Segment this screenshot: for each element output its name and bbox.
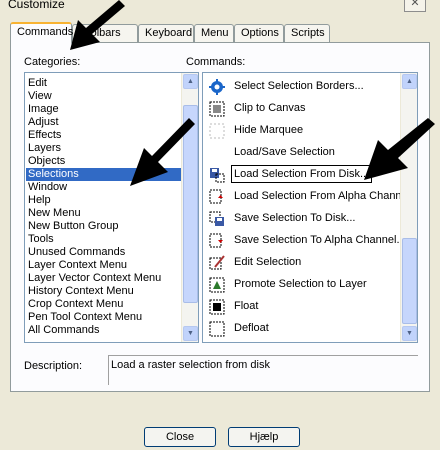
load-selection-disk-icon (209, 167, 225, 183)
command-label: Select Selection Borders... (234, 80, 364, 92)
command-label: Hide Marquee (234, 124, 304, 136)
category-item[interactable]: All Commands (26, 324, 181, 337)
category-item[interactable]: Objects (26, 155, 181, 168)
command-label: Promote Selection to Layer (234, 278, 367, 290)
category-item[interactable]: Layer Context Menu (26, 259, 181, 272)
scroll-down-icon[interactable]: ▼ (402, 326, 417, 341)
window-title: Customize (8, 0, 65, 11)
category-item[interactable]: Effects (26, 129, 181, 142)
command-label: Load/Save Selection (234, 146, 335, 158)
defloat-icon (209, 321, 225, 337)
command-label: Load Selection From Alpha Channel... (234, 190, 418, 202)
save-selection-alpha-icon (209, 233, 225, 249)
category-item[interactable]: Help (26, 194, 181, 207)
float-icon (209, 299, 225, 315)
categories-scrollbar[interactable]: ▲ ▼ (181, 73, 198, 342)
categories-list[interactable]: Edit View Image Adjust Effects Layers Ob… (24, 72, 199, 343)
category-item[interactable]: Pen Tool Context Menu (26, 311, 181, 324)
command-item[interactable]: Promote Selection to Layer (207, 274, 405, 296)
category-item[interactable]: New Button Group (26, 220, 181, 233)
tab-scripts[interactable]: Scripts (284, 24, 330, 43)
category-item[interactable]: View (26, 90, 181, 103)
command-item-focused[interactable]: Load Selection From Disk... (207, 164, 405, 186)
commands-label: Commands: (186, 56, 246, 68)
description-label: Description: (24, 360, 83, 372)
close-button[interactable]: Close (144, 427, 216, 447)
clip-canvas-icon (209, 101, 225, 117)
command-label: Float (234, 300, 259, 312)
scroll-up-icon[interactable]: ▲ (402, 74, 417, 89)
category-item[interactable]: Edit (26, 77, 181, 90)
scroll-down-icon[interactable]: ▼ (183, 326, 198, 341)
promote-selection-icon (209, 277, 225, 293)
tab-toolbars[interactable]: Toolbars (72, 24, 138, 43)
scroll-up-icon[interactable]: ▲ (183, 74, 198, 89)
command-item[interactable]: Defloat (207, 318, 405, 340)
command-label: Save Selection To Disk... (234, 212, 356, 224)
command-item[interactable]: Save Selection To Alpha Channel... (207, 230, 406, 252)
marquee-icon (209, 123, 225, 139)
help-button[interactable]: Hjælp (228, 427, 300, 447)
command-label: Save Selection To Alpha Channel... (234, 234, 406, 246)
category-item[interactable]: Unused Commands (26, 246, 181, 259)
command-item[interactable]: Edit Selection (207, 252, 405, 274)
tab-options[interactable]: Options (234, 24, 284, 43)
commands-scrollbar[interactable]: ▲ ▼ (400, 73, 417, 342)
tab-menu[interactable]: Menu (194, 24, 234, 43)
gear-icon (209, 79, 225, 95)
edit-selection-icon (209, 255, 225, 271)
title-bar: Customize ✕ (0, 0, 440, 18)
category-item[interactable]: Crop Context Menu (26, 298, 181, 311)
command-item[interactable]: Clip to Canvas (207, 98, 405, 120)
category-item[interactable]: Image (26, 103, 181, 116)
category-item[interactable]: Adjust (26, 116, 181, 129)
category-item[interactable]: Layers (26, 142, 181, 155)
description-text: Load a raster selection from disk (108, 355, 418, 385)
command-item[interactable]: Load/Save Selection (207, 142, 405, 164)
command-label: Clip to Canvas (234, 102, 306, 114)
category-item[interactable]: Tools (26, 233, 181, 246)
categories-label: Categories: (24, 56, 81, 68)
save-selection-disk-icon (209, 211, 225, 227)
command-item[interactable]: Hide Marquee (207, 120, 405, 142)
command-label: Load Selection From Disk... (230, 165, 373, 183)
category-item[interactable]: Window (26, 181, 181, 194)
scroll-thumb[interactable] (183, 105, 198, 303)
command-item[interactable]: Select Selection Borders... (207, 76, 405, 98)
command-item[interactable]: Float (207, 296, 405, 318)
category-item[interactable]: Layer Vector Context Menu (26, 272, 181, 285)
tab-keyboard[interactable]: Keyboard (138, 24, 194, 43)
load-selection-alpha-icon (209, 189, 225, 205)
close-window-button[interactable]: ✕ (404, 0, 426, 12)
category-item[interactable]: History Context Menu (26, 285, 181, 298)
command-item[interactable]: Load Selection From Alpha Channel... (207, 186, 417, 208)
category-item-selected[interactable]: Selections (26, 168, 181, 181)
command-item[interactable]: Save Selection To Disk... (207, 208, 405, 230)
commands-list[interactable]: Select Selection Borders... Clip to Canv… (202, 72, 418, 343)
category-item[interactable]: New Menu (26, 207, 181, 220)
command-label: Edit Selection (234, 256, 302, 268)
command-label: Defloat (234, 322, 269, 334)
scroll-thumb[interactable] (402, 238, 417, 324)
tab-commands[interactable]: Commands (10, 22, 73, 44)
